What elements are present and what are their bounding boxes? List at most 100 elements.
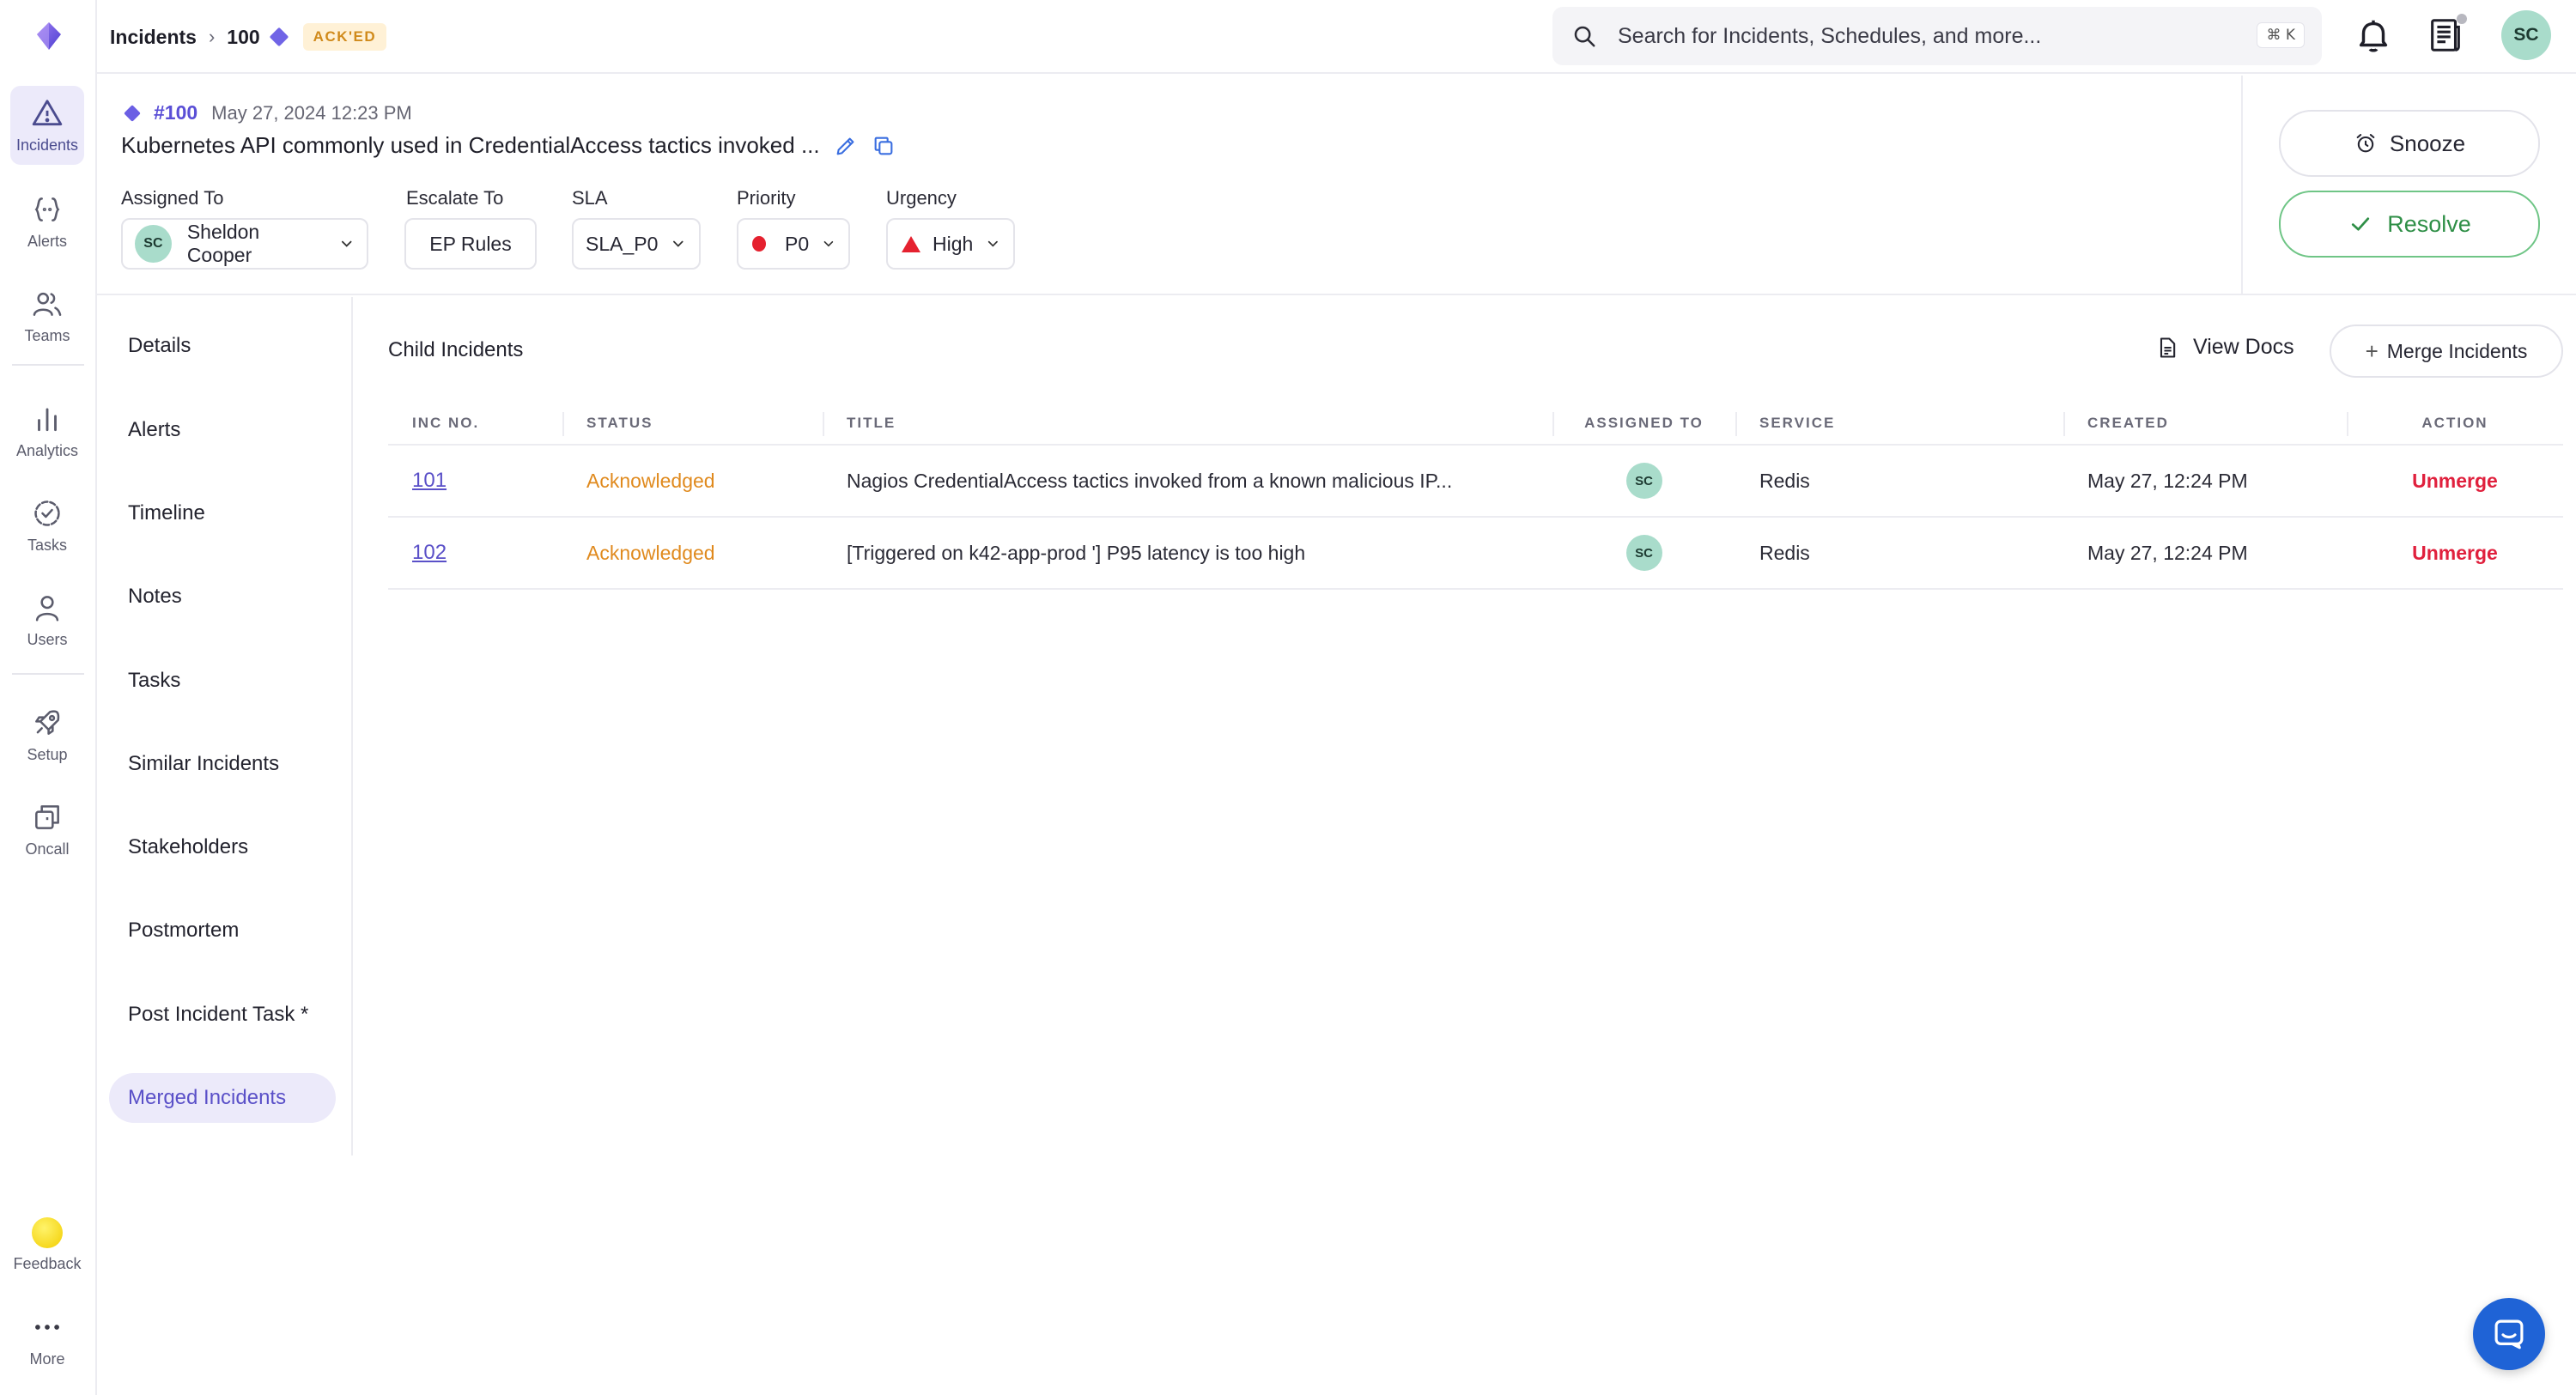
news-icon[interactable] — [2426, 14, 2467, 55]
warning-triangle-icon — [32, 99, 63, 125]
rail-item-setup[interactable]: Setup — [10, 695, 84, 774]
app-root: Incidents Alerts Teams Analytics Tasks U… — [0, 0, 2576, 1395]
column-divider — [1735, 412, 1737, 436]
rail-item-feedback[interactable]: Feedback — [10, 1205, 84, 1284]
rail-item-tasks[interactable]: Tasks — [10, 486, 84, 565]
subnav-item-stakeholders[interactable]: Stakeholders — [109, 822, 336, 872]
subnav-item-notes[interactable]: Notes — [109, 572, 336, 622]
status-badge: ACK'ED — [302, 23, 387, 51]
diamond-icon — [124, 104, 141, 122]
column-header-created: CREATED — [2063, 402, 2347, 446]
column-divider — [2063, 412, 2065, 436]
incident-link[interactable]: 102 — [412, 541, 447, 564]
subnav-label: Stakeholders — [128, 835, 249, 858]
merge-incidents-button[interactable]: + Merge Incidents — [2330, 324, 2563, 378]
bell-icon[interactable] — [2354, 15, 2393, 55]
keyboard-shortcut: ⌘ K — [2257, 22, 2305, 48]
column-header-label: TITLE — [847, 414, 896, 431]
snooze-button[interactable]: Snooze — [2279, 110, 2540, 177]
chat-support-button[interactable] — [2473, 1298, 2545, 1370]
subnav-item-merged-incidents[interactable]: Merged Incidents — [109, 1073, 336, 1123]
title-cell: [Triggered on k42-app-prod '] P95 latenc… — [823, 517, 1552, 590]
incident-title: Kubernetes API commonly used in Credenti… — [121, 132, 896, 159]
rail-item-users[interactable]: Users — [10, 580, 84, 659]
incident-link[interactable]: 101 — [412, 469, 447, 492]
more-dots-icon — [35, 1324, 59, 1330]
incident-number[interactable]: #100 — [154, 101, 197, 124]
app-logo-icon[interactable] — [22, 12, 76, 60]
breadcrumb-current: 100 — [227, 25, 260, 48]
assignee-dropdown[interactable]: SC Sheldon Cooper — [121, 218, 368, 270]
unmerge-button[interactable]: Unmerge — [2347, 445, 2563, 518]
chevron-right-icon: › — [208, 26, 216, 47]
alarm-clock-icon — [2356, 134, 2375, 153]
escalate-to-label: Escalate To — [406, 187, 504, 209]
subnav-item-tasks[interactable]: Tasks — [109, 656, 336, 706]
sla-dropdown[interactable]: SLA_P0 — [572, 218, 701, 270]
column-divider — [1552, 412, 1554, 436]
resolve-label: Resolve — [2387, 210, 2471, 237]
subnav-item-alerts[interactable]: Alerts — [109, 405, 336, 455]
priority-dropdown[interactable]: P0 — [737, 218, 850, 270]
incident-header: #100 May 27, 2024 12:23 PM Kubernetes AP… — [97, 76, 2241, 295]
rail-item-more[interactable]: More — [10, 1300, 84, 1379]
team-icon — [33, 292, 62, 316]
child-incidents-table: INC NO. STATUS TITLE ASSIGNED TO SERVICE… — [388, 402, 2563, 590]
resolve-button[interactable]: Resolve — [2279, 191, 2540, 258]
incident-title-text: Kubernetes API commonly used in Credenti… — [121, 132, 820, 158]
user-avatar[interactable]: SC — [2501, 10, 2551, 60]
column-header-service: SERVICE — [1735, 402, 2063, 446]
sla-label: SLA — [572, 187, 608, 209]
status-cell: Acknowledged — [562, 445, 823, 518]
task-check-icon — [34, 500, 60, 526]
rail-item-analytics[interactable]: Analytics — [10, 391, 84, 470]
rail-item-teams[interactable]: Teams — [10, 276, 84, 355]
column-header-label: ACTION — [2421, 414, 2488, 431]
unmerge-button[interactable]: Unmerge — [2347, 517, 2563, 590]
title-cell: Nagios CredentialAccess tactics invoked … — [823, 445, 1552, 518]
merge-incidents-label: Merge Incidents — [2386, 339, 2528, 362]
rail-item-incidents[interactable]: Incidents — [10, 86, 84, 165]
table-row: 102 Acknowledged [Triggered on k42-app-p… — [388, 517, 2563, 590]
search-input[interactable]: Search for Incidents, Schedules, and mor… — [1552, 7, 2322, 65]
escalation-policy-value: EP Rules — [429, 232, 512, 255]
incident-subnav: Details Alerts Timeline Notes Tasks Simi… — [97, 297, 353, 1155]
subnav-item-post-incident-task[interactable]: Post Incident Task * — [109, 990, 336, 1040]
inc-number-cell: 102 — [388, 517, 562, 590]
section-title: Child Incidents — [388, 338, 524, 361]
subnav-item-similar-incidents[interactable]: Similar Incidents — [109, 739, 336, 789]
left-nav-rail: Incidents Alerts Teams Analytics Tasks U… — [0, 0, 97, 1395]
column-header-label: ASSIGNED TO — [1584, 414, 1704, 431]
incident-date: May 27, 2024 12:23 PM — [211, 101, 412, 124]
escalation-policy-dropdown[interactable]: EP Rules — [404, 218, 537, 270]
bar-chart-icon — [38, 407, 57, 431]
rail-item-alerts[interactable]: Alerts — [10, 182, 84, 261]
created-cell: May 27, 12:24 PM — [2063, 445, 2347, 518]
urgency-label: Urgency — [886, 187, 957, 209]
incident-actions: Snooze Resolve — [2241, 76, 2576, 295]
rail-divider — [12, 673, 84, 675]
subnav-item-timeline[interactable]: Timeline — [109, 488, 336, 538]
rail-label: Users — [27, 630, 68, 648]
column-header-title: TITLE — [823, 402, 1552, 446]
subnav-label: Timeline — [128, 501, 205, 525]
notification-dot — [2457, 14, 2467, 24]
subnav-item-postmortem[interactable]: Postmortem — [109, 906, 336, 955]
subnav-item-details[interactable]: Details — [109, 321, 336, 371]
rail-item-oncall[interactable]: Oncall — [10, 790, 84, 869]
assignee-name: Sheldon Cooper — [186, 221, 260, 266]
service-cell: Redis — [1735, 517, 2063, 590]
feedback-icon — [32, 1216, 63, 1248]
edit-pencil-icon[interactable] — [834, 134, 858, 158]
subnav-label: Alerts — [128, 418, 181, 441]
oncall-icon — [35, 804, 59, 829]
copy-icon[interactable] — [872, 134, 896, 158]
diamond-icon — [269, 27, 289, 47]
view-docs-link[interactable]: View Docs — [2155, 335, 2294, 360]
urgency-dropdown[interactable]: High — [886, 218, 1015, 270]
rail-label: Incidents — [15, 136, 79, 154]
subnav-label: Tasks — [128, 669, 181, 692]
search-placeholder: Search for Incidents, Schedules, and mor… — [1618, 23, 2042, 48]
assignee-cell: SC — [1552, 445, 1735, 518]
breadcrumb-incidents-link[interactable]: Incidents — [110, 26, 197, 49]
